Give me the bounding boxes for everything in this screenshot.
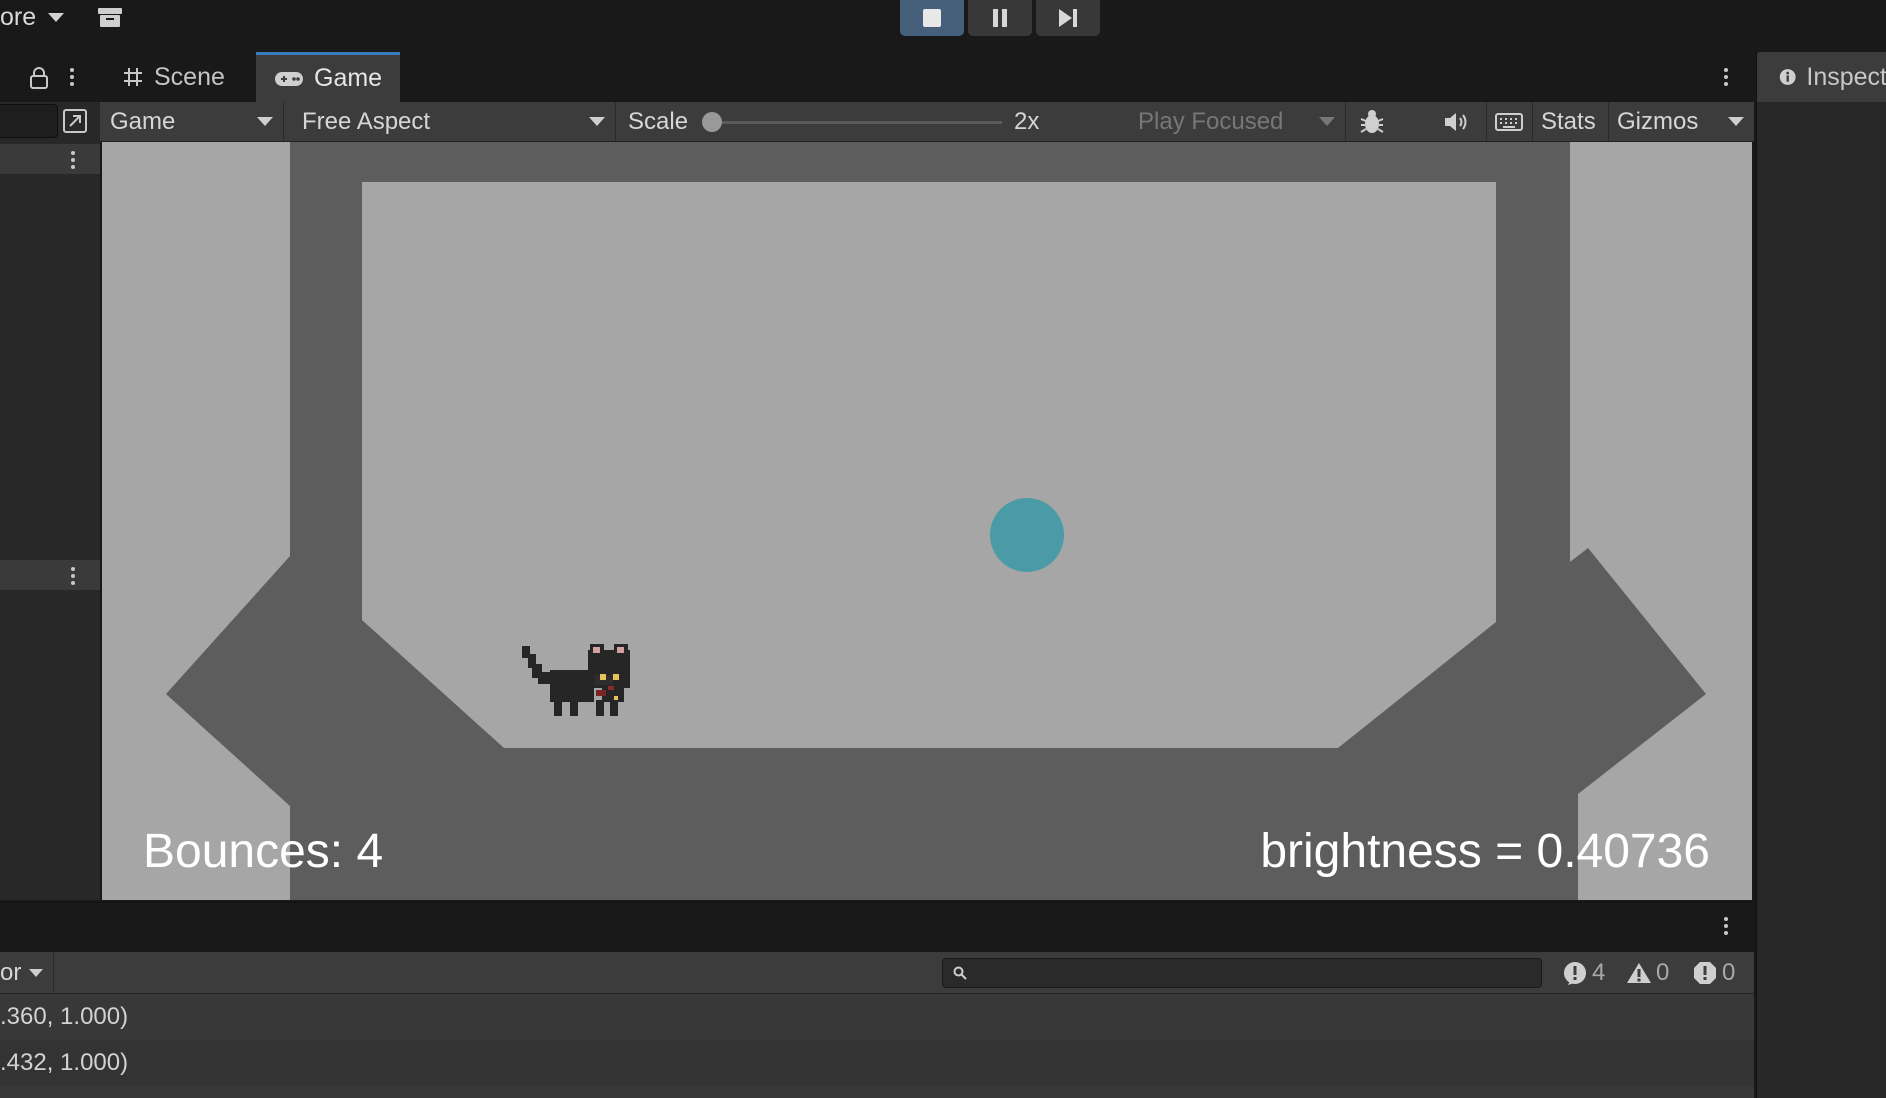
info-message-icon: [1694, 962, 1716, 984]
keyboard-icon[interactable]: [1486, 102, 1530, 142]
error-icon: [1563, 962, 1586, 985]
scale-label: Scale: [628, 108, 689, 135]
archive-icon[interactable]: [96, 3, 124, 31]
console-log-row[interactable]: .360, 1.000): [0, 994, 1754, 1040]
top-toolbar: ore: [0, 0, 1886, 52]
inspector-panel: Inspect: [1756, 52, 1886, 1098]
editor-tab-bar: Scene Game: [100, 52, 1754, 102]
tab-label: Game: [314, 64, 383, 92]
display-dropdown-value: Game: [110, 108, 176, 135]
console-header: [0, 902, 1754, 952]
audio-icon[interactable]: [1434, 102, 1478, 142]
game-scene: [102, 142, 1752, 900]
chevron-down-icon: [1319, 117, 1335, 126]
popout-icon[interactable]: [60, 106, 90, 136]
unity-editor: ore Scene Game Game Free Aspect Scale 2x…: [0, 0, 1886, 1098]
bounces-counter: Bounces: 4: [143, 825, 384, 878]
console-log-text: .360, 1.000): [0, 1003, 129, 1030]
gizmos-button[interactable]: Gizmos: [1608, 102, 1706, 142]
scale-slider-handle[interactable]: [702, 112, 722, 132]
console-log-text: .432, 1.000): [0, 1049, 129, 1076]
aspect-dropdown-value: Free Aspect: [302, 108, 431, 135]
stop-button[interactable]: [900, 0, 964, 36]
lock-icon[interactable]: [28, 66, 50, 90]
hierarchy-header: [0, 52, 100, 102]
kebab-menu-icon[interactable]: [71, 151, 75, 169]
console-dropdown-label: or: [0, 959, 22, 986]
hierarchy-panel: [0, 52, 100, 900]
ball: [990, 498, 1064, 572]
pause-button[interactable]: [968, 0, 1032, 36]
stop-icon: [923, 9, 941, 27]
tab-label: Scene: [154, 62, 225, 91]
console-toolbar: or 4 0 0: [0, 952, 1754, 994]
warning-count-toggle[interactable]: 0: [1620, 952, 1675, 994]
aspect-dropdown[interactable]: Free Aspect: [292, 102, 616, 142]
console-log-row[interactable]: [0, 1086, 1754, 1098]
error-count-toggle[interactable]: 4: [1556, 952, 1611, 994]
game-view-canvas[interactable]: Bounces: 4 brightness = 0.40736: [102, 142, 1752, 900]
chevron-down-icon: [48, 12, 65, 22]
display-dropdown[interactable]: Game: [100, 102, 284, 142]
scale-value: 2x: [1014, 108, 1040, 135]
console-clear-dropdown[interactable]: or: [0, 952, 55, 994]
tab-label: Inspect: [1806, 62, 1886, 91]
hierarchy-row[interactable]: [0, 144, 100, 174]
search-icon: [953, 966, 967, 980]
info-count: 0: [1722, 959, 1736, 986]
hash-grid-icon: [124, 68, 142, 86]
tab-game[interactable]: Game: [256, 52, 401, 102]
error-count: 4: [1592, 959, 1606, 986]
game-view-toolbar: Game Free Aspect Scale 2x Play Focused S…: [100, 102, 1754, 142]
chevron-down-icon: [29, 969, 44, 977]
layout-menu-label: ore: [0, 2, 37, 31]
chevron-down-icon: [589, 117, 605, 126]
tab-inspector[interactable]: Inspect: [1757, 52, 1886, 102]
tab-scene[interactable]: Scene: [104, 52, 243, 102]
console-search-input[interactable]: [975, 961, 1535, 985]
play-mode-value: Play Focused: [1138, 108, 1284, 135]
chevron-down-icon[interactable]: [1728, 117, 1744, 126]
step-button[interactable]: [1036, 0, 1100, 36]
kebab-menu-icon[interactable]: [71, 567, 75, 585]
scale-slider-track[interactable]: [712, 121, 1002, 124]
kebab-menu-icon[interactable]: [1724, 68, 1728, 86]
console-log-row[interactable]: .432, 1.000): [0, 1040, 1754, 1086]
warning-icon: [1627, 963, 1651, 983]
layout-menu[interactable]: ore: [0, 0, 65, 34]
stats-button[interactable]: Stats: [1532, 102, 1604, 142]
chevron-down-icon: [257, 117, 273, 126]
kebab-menu-icon[interactable]: [1724, 917, 1728, 935]
hierarchy-row[interactable]: [0, 560, 100, 590]
brightness-readout: brightness = 0.40736: [1260, 825, 1710, 878]
step-icon: [1059, 9, 1077, 27]
pause-icon: [993, 9, 1007, 27]
warning-count: 0: [1656, 959, 1670, 986]
info-count-toggle[interactable]: 0: [1686, 952, 1741, 994]
gamepad-icon: [275, 71, 303, 86]
console-search-field[interactable]: [942, 958, 1542, 988]
hierarchy-search-input[interactable]: [0, 104, 58, 138]
bug-icon[interactable]: [1350, 102, 1394, 142]
play-mode-dropdown[interactable]: Play Focused: [1128, 102, 1346, 142]
kebab-menu-icon[interactable]: [70, 68, 74, 86]
info-icon: [1779, 69, 1796, 85]
play-controls: [900, 0, 1100, 36]
